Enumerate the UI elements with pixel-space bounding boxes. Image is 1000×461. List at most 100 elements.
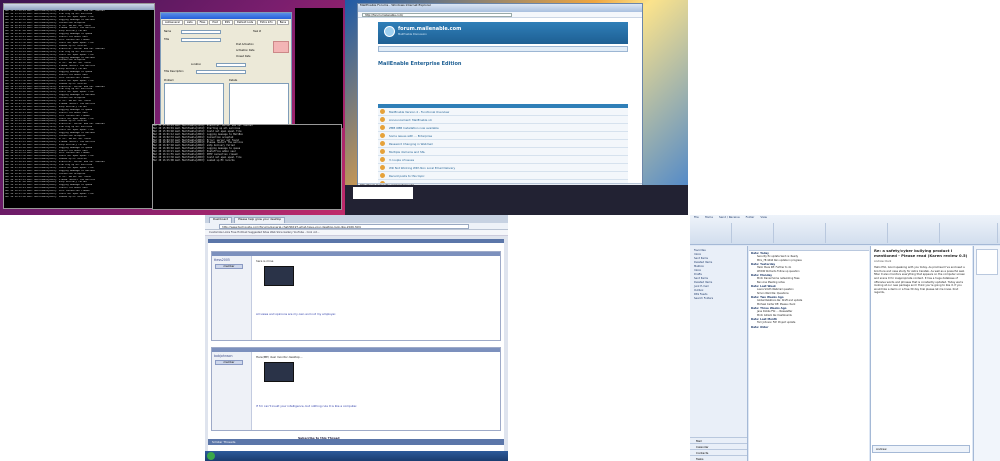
post-signature: All views and opinions are my own and no… (256, 312, 337, 316)
member-badge: member (215, 360, 243, 365)
browser-tab[interactable]: Please help grow your desktop (234, 217, 286, 223)
terminal-window-bottom[interactable]: Mar 20 15:58:24 mail MailEnable[1234]: B… (152, 124, 342, 210)
message-sender[interactable]: Andrew Clark (874, 260, 969, 263)
topic-title[interactable]: MailEnable Version 4 - Functional Overvi… (389, 110, 529, 114)
browser-window[interactable]: MailEnable Forums - Windows Internet Exp… (357, 3, 643, 189)
forum-navbar[interactable] (378, 46, 628, 52)
post-message: here is mine (256, 259, 274, 263)
ribbon-group-respond[interactable] (776, 223, 826, 243)
ribbon-tab[interactable]: Home (705, 215, 713, 221)
description-field[interactable] (196, 70, 246, 74)
dialog-tab[interactable]: Extra Info (257, 20, 276, 25)
ribbon-tab[interactable]: File (694, 215, 699, 221)
post-message: Here(ME) dual monitor desktop... (256, 355, 303, 359)
topic-row[interactable]: 3 couple of issues (378, 156, 628, 164)
topic-row[interactable]: Some issues with ... Enterprise (378, 132, 628, 140)
username[interactable]: ttess2005 (212, 256, 251, 264)
topic-status-icon (380, 133, 385, 138)
title-field[interactable] (181, 38, 221, 42)
topic-title[interactable]: Some issues with ... Enterprise (389, 134, 529, 138)
post-bar (212, 252, 500, 256)
similar-threads-header: Similar Threads (208, 439, 504, 445)
nav-button[interactable]: Tasks (690, 455, 747, 461)
topic-status-icon (380, 173, 385, 178)
topic-status-icon (380, 157, 385, 162)
topic-row[interactable]: Recent posts to this topic (378, 172, 628, 180)
url-bar[interactable]: http://www.techguide.com/forums/general-… (205, 223, 508, 230)
terminal-line: Mar 20 16:15:08 mail MailEnable[2003]: L… (5, 196, 87, 198)
topic-row[interactable]: Announcement: MailEnable v4 (378, 116, 628, 124)
ribbon-group-quick-steps[interactable] (828, 223, 888, 243)
topic-row[interactable]: Password Changing in Webmail (378, 140, 628, 148)
todo-bar (973, 246, 1000, 461)
outlook-window: File Home Send / Receive Folder View Favorit… (690, 215, 1000, 461)
folder-pane: Favorites Inbox Sent Items Deleted Items Mai… (690, 246, 748, 461)
post-activation-label: Post Activation (236, 43, 254, 46)
topic-title[interactable]: 3 couple of issues (389, 158, 529, 162)
terminal-line: Mar 20 16:15:08 mail MailEnable[2003]: L… (153, 158, 235, 162)
ribbon-group-new[interactable] (692, 223, 732, 243)
location-label: Location (191, 63, 202, 66)
ribbon-tab[interactable]: Send / Receive (719, 215, 740, 221)
dialog-tab[interactable]: Post (209, 20, 221, 25)
mini-calendar[interactable] (976, 249, 998, 275)
topic-title[interactable]: Will Not Working With Non Local Email De… (389, 166, 529, 170)
browser-titlebar[interactable]: MailEnable Forums - Windows Internet Exp… (358, 4, 642, 12)
ribbon-tab[interactable]: View (760, 215, 767, 221)
thread-header (208, 239, 504, 243)
terminal-window-right[interactable] (295, 8, 343, 128)
browser-tab[interactable]: Dashboard (209, 217, 233, 223)
site-name: forum.mailenable.com (398, 26, 462, 32)
topic-row[interactable]: ZMB OBB Installation now available (378, 124, 628, 132)
dialog-tab[interactable]: Files (196, 20, 209, 25)
folder-item[interactable]: Search Folders (690, 297, 747, 301)
start-button[interactable] (207, 452, 215, 460)
dialog-tabs: ListGeneral Lists Files Post RSS Default List… (161, 19, 291, 26)
terminal-desktop: Mar 20 15:58:24 mail MailEnable[1234]: B… (0, 0, 345, 215)
ribbon-tab[interactable]: Folder (746, 215, 755, 221)
taskbar (205, 451, 508, 461)
post-signature: If I'm can't insult your intelligence, b… (256, 404, 358, 408)
desktop-widget (353, 187, 413, 199)
desktop-screenshot-image[interactable] (264, 266, 294, 286)
name-label: Name (164, 30, 172, 33)
topic-row[interactable]: Will Not Working With Non Local Email De… (378, 164, 628, 172)
topic-title[interactable]: Recent posts to this topic (389, 174, 529, 178)
topic-status-icon (380, 117, 385, 122)
name-field[interactable] (181, 30, 221, 34)
topic-title[interactable]: Announcement: MailEnable v4 (389, 118, 529, 122)
dialog-tab[interactable]: ListGeneral (162, 20, 183, 25)
forum-desktop: MailEnable Forums - Windows Internet Exp… (345, 0, 688, 215)
dialog-tab[interactable]: Bans (276, 20, 290, 25)
topic-title[interactable]: Multiple domains and SSL (389, 150, 529, 154)
ribbon-tabs: File Home Send / Receive Folder View (690, 215, 1000, 221)
thread-browser: Dashboard Please help grow your desktop … (205, 215, 508, 461)
address-bar[interactable]: http://forum.mailenable.com/ (358, 12, 642, 18)
site-subtitle: MailEnable Discussion (398, 33, 427, 36)
task-id-label: Task Id (253, 30, 262, 33)
post-user-panel: bobjohnson member (212, 352, 252, 430)
username[interactable]: bobjohnson (212, 352, 251, 360)
topic-title[interactable]: ZMB OBB Installation now available (389, 126, 529, 130)
post-2: bobjohnson member Here(ME) dual monitor … (211, 347, 501, 431)
message-group-header[interactable]: Date: Older (749, 325, 869, 329)
dialog-tab[interactable]: Lists (183, 20, 196, 25)
location-field[interactable] (216, 63, 246, 67)
topic-title[interactable]: Password Changing in Webmail (389, 142, 529, 146)
url-input[interactable]: http://www.techguide.com/forums/general-… (219, 223, 469, 229)
topic-status-icon (380, 141, 385, 146)
topic-row[interactable]: MailEnable Version 4 - Functional Overvi… (378, 108, 628, 116)
reply-box[interactable]: Andrew (872, 445, 970, 453)
ribbon-group-find[interactable] (942, 223, 998, 243)
forum-page-title: MailEnable Enterprise Edition (378, 61, 462, 67)
dialog-tab[interactable]: RSS (221, 20, 233, 25)
ribbon-group-move[interactable] (890, 223, 940, 243)
terminal-window[interactable]: Mar 20 15:58:24 mail MailEnable[1234]: B… (3, 3, 155, 209)
title-label: Title (164, 38, 170, 41)
url-input[interactable]: http://forum.mailenable.com/ (362, 12, 512, 17)
dialog-tab[interactable]: Default Lists (233, 20, 257, 25)
desktop-screenshot-image[interactable] (264, 362, 294, 382)
bookmarks-bar[interactable]: Customize Links Free Hotmail Suggested S… (205, 230, 508, 236)
topic-row[interactable]: Multiple domains and SSL (378, 148, 628, 156)
ribbon-group-delete[interactable] (734, 223, 774, 243)
